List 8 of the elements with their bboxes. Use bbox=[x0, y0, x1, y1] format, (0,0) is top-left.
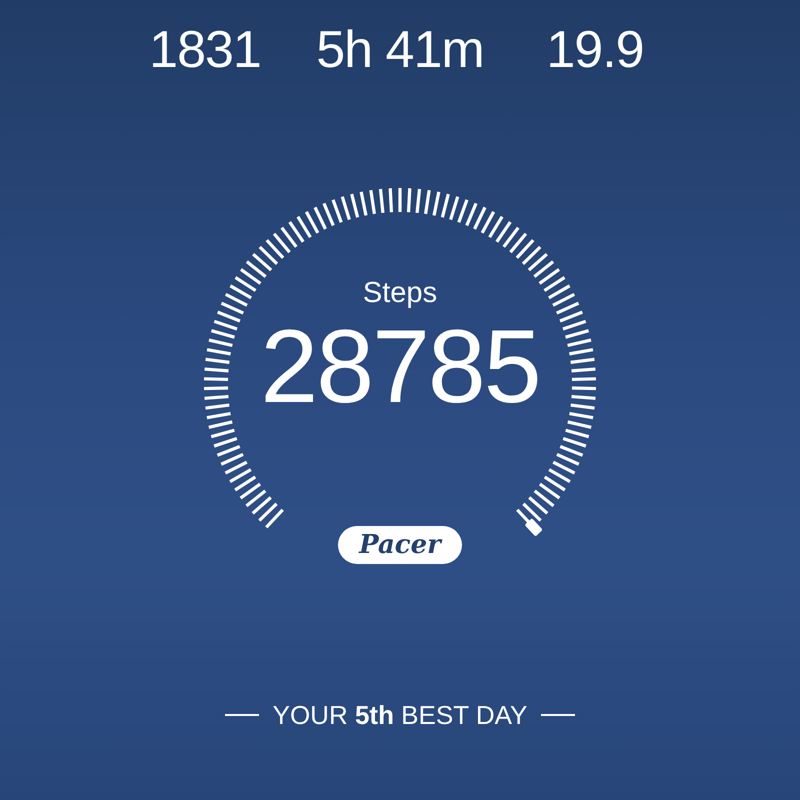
steps-count: 28785 bbox=[260, 312, 540, 422]
pacer-logo: Pacer bbox=[338, 526, 462, 564]
stat-value: 1831 bbox=[148, 22, 262, 78]
stat-value: 19.9 bbox=[545, 22, 645, 78]
gauge-marker bbox=[524, 518, 543, 537]
steps-label: Steps bbox=[362, 276, 438, 310]
best-day-caption: YOUR 5th BEST DAY bbox=[272, 700, 528, 730]
stat-value: 5h 41m bbox=[315, 22, 485, 78]
